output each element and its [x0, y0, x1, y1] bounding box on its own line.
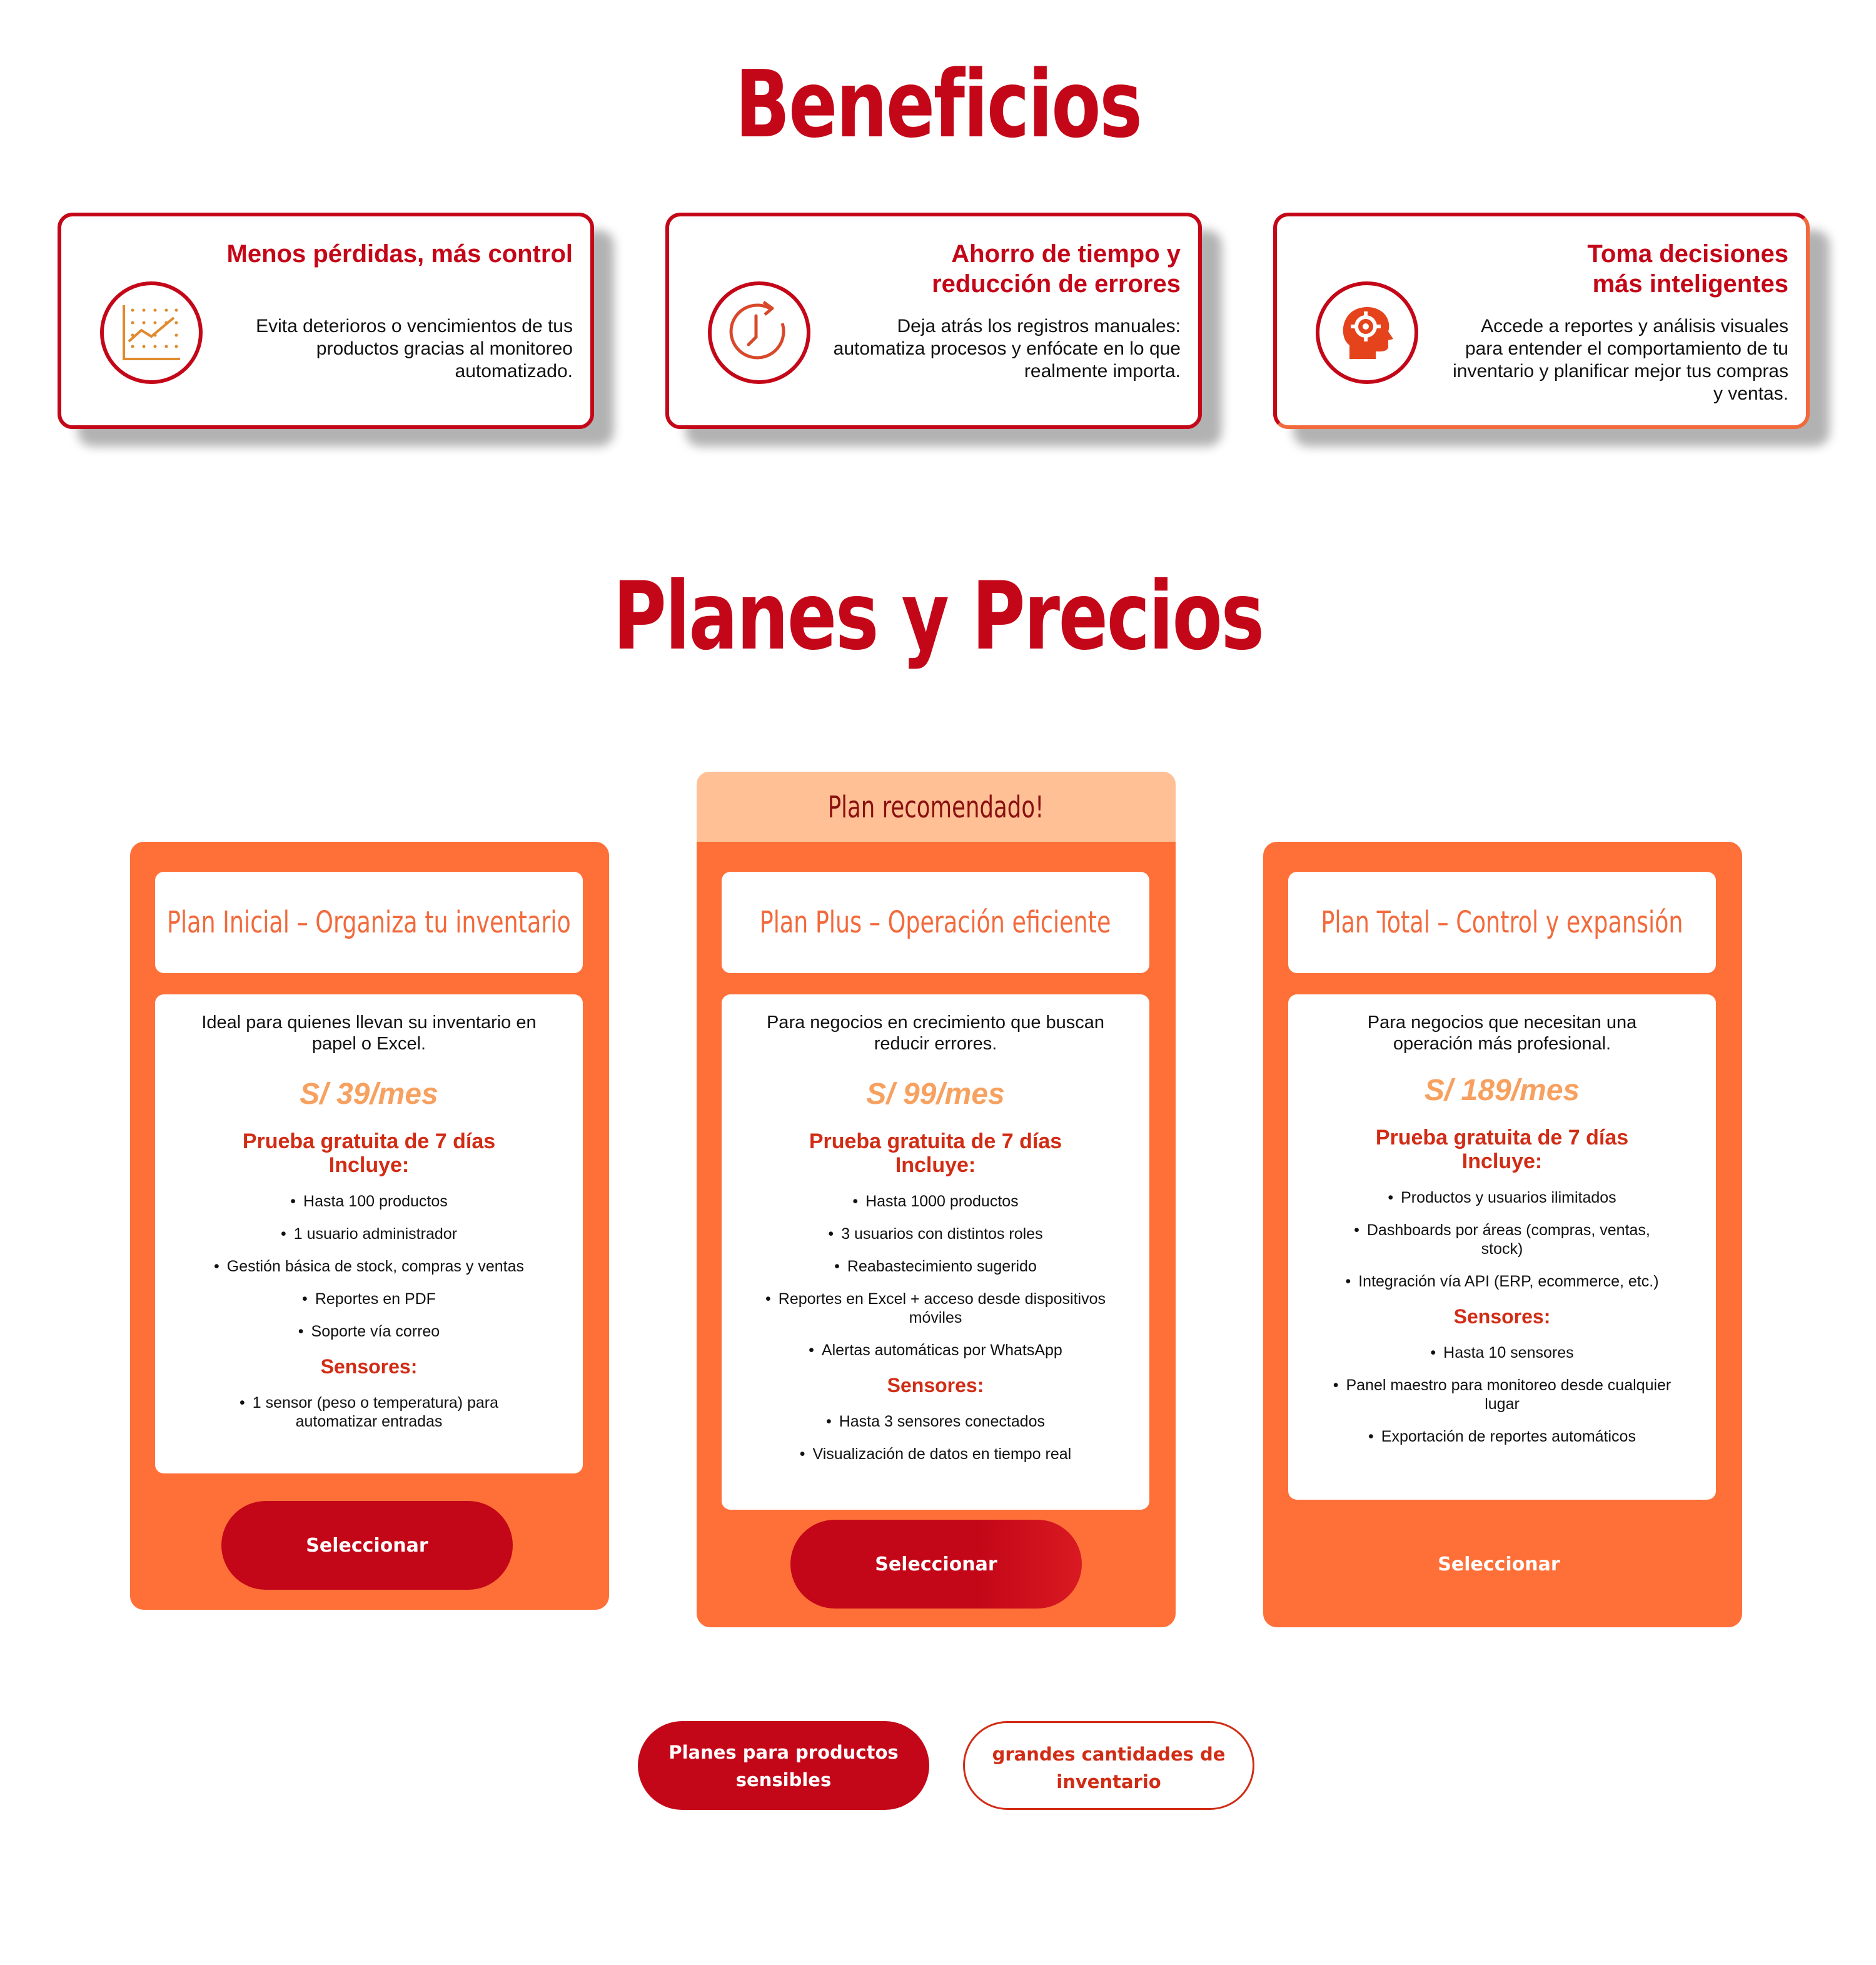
plan-sensors-label: Sensores:: [887, 1374, 984, 1397]
list-item: • Exportación de reportes automáticos: [1368, 1428, 1636, 1445]
plan-name: Plan Inicial – Organiza tu inventario: [167, 905, 571, 940]
plan-sensors: • Hasta 3 sensores conectados • Visualizac…: [747, 1412, 1124, 1463]
select-plan-button[interactable]: Seleccionar: [790, 1520, 1082, 1609]
plan-includes-label: Incluye:: [895, 1153, 976, 1177]
plan-header: Plan Total – Control y expansión: [1288, 872, 1716, 973]
plan-name: Plan Plus – Operación eficiente: [760, 905, 1111, 940]
plan-sensors: • 1 sensor (peso o temperatura) para auto…: [180, 1393, 558, 1431]
list-item: • Hasta 100 productos: [290, 1193, 448, 1210]
list-item: • Gestión básica de stock, compras y vent…: [214, 1258, 524, 1275]
plan-includes-label: Incluye:: [328, 1153, 410, 1177]
plan-card-inicial: Plan Inicial – Organiza tu inventario Id…: [130, 842, 609, 1610]
recommended-tab: Plan recomendado!: [697, 772, 1176, 843]
plan-sensors-label: Sensores:: [320, 1355, 418, 1378]
plan-intro: Ideal para quienes llevan su inventario …: [201, 1013, 537, 1054]
list-item: • Visualización de datos en tiempo real: [799, 1445, 1072, 1463]
plan-intro: Para negocios que necesitan una operació…: [1367, 1013, 1637, 1054]
plan-trial: Prueba gratuita de 7 días: [242, 1129, 496, 1153]
benefit-description: Evita deterioros o vencimientos de tus p…: [256, 316, 573, 381]
list-item: • Soporte vía correo: [298, 1323, 440, 1340]
plan-header: Plan Plus – Operación eficiente: [722, 872, 1149, 973]
plan-sensors: • Hasta 10 sensores • Panel maestro para m…: [1313, 1343, 1691, 1446]
list-item: • Panel maestro para monitoreo desde cual…: [1333, 1377, 1672, 1413]
plan-sensors-label: Sensores:: [1453, 1305, 1551, 1328]
plan-price: S/ 39/mes: [300, 1078, 438, 1111]
benefit-title: Ahorro de tiempo y reducción de errores: [932, 240, 1181, 298]
benefit-description: Deja atrás los registros manuales: autom…: [833, 316, 1181, 381]
benefit-card-tiempo: Ahorro de tiempo y reducción de errores …: [665, 213, 1202, 429]
list-item: • Reportes en PDF: [302, 1290, 436, 1308]
plan-features: • Hasta 100 productos • 1 usuario administ…: [180, 1192, 558, 1341]
list-item: • Hasta 10 sensores: [1430, 1344, 1574, 1361]
select-plan-button[interactable]: Seleccionar: [1353, 1520, 1645, 1609]
list-item: • Reabastecimiento sugerido: [834, 1258, 1037, 1275]
list-item: • Dashboards por áreas (compras, ventas, …: [1354, 1221, 1650, 1258]
list-item: • Hasta 3 sensores conectados: [825, 1413, 1046, 1430]
plan-header: Plan Inicial – Organiza tu inventario: [155, 872, 583, 973]
plan-features: • Productos y usuarios ilimitados • Dashbo…: [1313, 1188, 1691, 1291]
beneficios-title: Beneficios: [735, 51, 1142, 158]
list-item: • 1 sensor (peso o temperatura) para auto…: [239, 1394, 499, 1430]
plan-includes-label: Incluye:: [1461, 1149, 1543, 1173]
plan-trial: Prueba gratuita de 7 días: [1375, 1126, 1629, 1149]
plan-card-total: Plan Total – Control y expansión Para ne…: [1263, 842, 1742, 1627]
select-plan-button[interactable]: Seleccionar: [221, 1501, 513, 1590]
recommended-label: Plan recomendado!: [828, 790, 1044, 825]
plan-card-plus: Plan Plus – Operación eficiente Para neg…: [697, 842, 1176, 1627]
chart-growth-icon: [100, 281, 203, 384]
plan-intro: Para negocios en crecimiento que buscan …: [766, 1013, 1105, 1054]
benefit-title: Menos pérdidas, más control: [226, 240, 573, 268]
list-item: • Hasta 1000 productos: [852, 1193, 1019, 1210]
plan-trial: Prueba gratuita de 7 días: [809, 1129, 1062, 1153]
large-inventory-plans-button[interactable]: grandes cantidades de inventario: [963, 1721, 1254, 1810]
benefit-description: Accede a reportes y análisis visuales pa…: [1453, 316, 1788, 404]
plan-price: S/ 189/mes: [1424, 1074, 1580, 1107]
list-item: • Productos y usuarios ilimitados: [1388, 1189, 1616, 1206]
sensitive-products-plans-button[interactable]: Planes para productos sensibles: [638, 1721, 929, 1810]
list-item: • Integración vía API (ERP, ecommerce, et…: [1345, 1273, 1659, 1290]
benefit-title: Toma decisiones más inteligentes: [1587, 240, 1788, 298]
plan-body: Para negocios que necesitan una operació…: [1288, 994, 1716, 1500]
plan-name: Plan Total – Control y expansión: [1321, 905, 1683, 940]
plan-body: Ideal para quienes llevan su inventario …: [155, 994, 583, 1473]
plan-features: • Hasta 1000 productos • 3 usuarios con di…: [747, 1192, 1124, 1360]
planes-title: Planes y Precios: [613, 562, 1264, 671]
list-item: • Alertas automáticas por WhatsApp: [809, 1341, 1062, 1359]
benefit-card-decisiones: Toma decisiones más inteligentes Accede …: [1273, 213, 1810, 429]
list-item: • 3 usuarios con distintos roles: [828, 1225, 1043, 1243]
plan-price: S/ 99/mes: [866, 1078, 1005, 1111]
benefit-card-control: Menos pérdidas, más control Evita deteri…: [58, 213, 594, 429]
plan-body: Para negocios en crecimiento que buscan …: [722, 994, 1149, 1510]
list-item: • 1 usuario administrador: [280, 1225, 457, 1243]
list-item: • Reportes en Excel + acceso desde dispos…: [765, 1290, 1106, 1326]
